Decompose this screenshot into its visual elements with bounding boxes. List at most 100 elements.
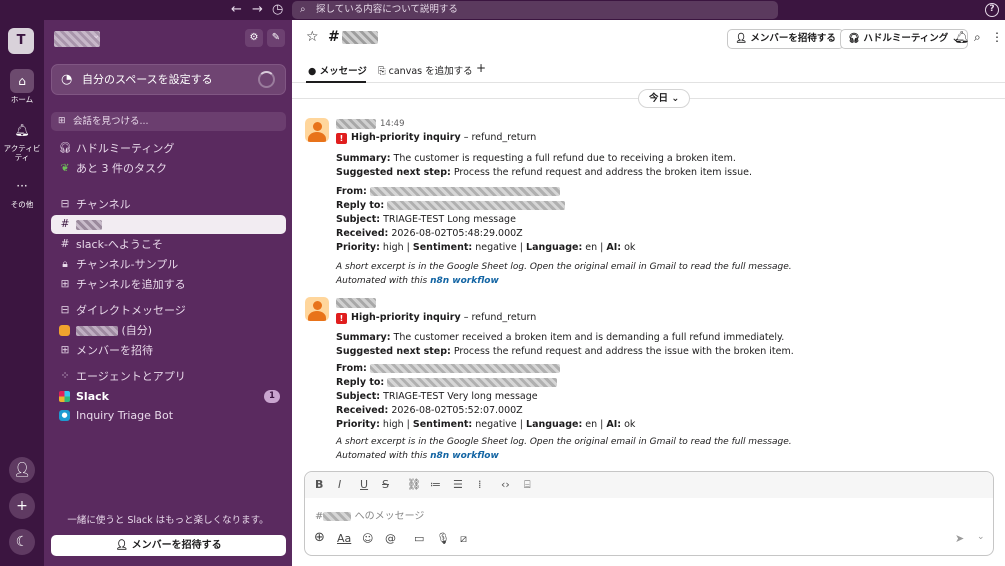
sprout-icon: ❦ (60, 162, 70, 174)
rail-item-activity[interactable]: 🔔︎ アクティビティ (0, 118, 44, 162)
microphone-icon[interactable]: 🎙︎ (436, 532, 450, 545)
from-redacted (369, 187, 560, 196)
notification-bell-icon[interactable]: 🔔︎ (954, 30, 969, 44)
channels-section-header[interactable]: ⊟ チャンネル (51, 195, 286, 214)
sidebar-item-slack[interactable]: Slack 1 (51, 387, 286, 406)
history-clock-icon[interactable]: ◷ (272, 2, 283, 17)
sidebar-item-tasks[interactable]: ❦ あと 3 件のタスク (51, 159, 286, 178)
emoji-icon[interactable]: ☺ (362, 532, 373, 545)
invite-members-header-button[interactable]: 👤︎ メンバーを招待する (727, 29, 844, 49)
avatar[interactable] (305, 297, 329, 321)
channel-header: ☆ # 👤︎ メンバーを招待する 🎧︎ ハドルミーティング ⌄ 🔔︎ ⌕ ⋮ (292, 20, 1005, 57)
sidebar-item-add-channel[interactable]: ⊞ チャンネルを追加する (51, 275, 286, 294)
add-person-icon: 👤︎ (115, 540, 132, 551)
channel-hash-icon: # (60, 218, 70, 230)
sentiment-value: negative (472, 419, 517, 430)
apps-section-header[interactable]: ⁘ エージェントとアプリ (51, 367, 286, 386)
code-block-icon[interactable]: ⌸ (524, 478, 531, 492)
find-conversation-input[interactable]: ⊞ 会話を見つける... (51, 112, 286, 131)
rail-item-label: アクティビティ (3, 144, 41, 162)
tab-messages[interactable]: ● メッセージ (308, 63, 367, 77)
link-icon[interactable]: ⛓ (407, 478, 421, 491)
subject-text: TRIAGE-TEST Long message (380, 214, 516, 225)
reply-to-label: Reply to: (336, 200, 385, 211)
compose-icon[interactable]: ✎ (267, 29, 285, 47)
code-icon[interactable]: ‹› (501, 478, 510, 491)
strikethrough-icon[interactable]: S (382, 478, 389, 491)
underline-icon[interactable]: U (360, 478, 368, 491)
search-icon[interactable]: ⌕ (974, 30, 981, 45)
add-tab-icon[interactable]: + (476, 61, 486, 75)
forward-arrow-icon[interactable]: → (252, 2, 263, 17)
sidebar-footer-text: 一緒に使うと Slack はもっと楽しくなります。 (67, 515, 269, 526)
help-icon[interactable]: ? (985, 3, 999, 17)
unread-badge: 1 (264, 390, 280, 403)
sidebar-item-invite-members[interactable]: ⊞ メンバーを招待 (51, 341, 286, 360)
star-icon[interactable]: ☆ (306, 29, 319, 45)
channel-name-redacted (76, 220, 102, 230)
from-label: From: (336, 186, 367, 197)
from-line: From: (336, 186, 560, 197)
settings-icon[interactable]: ⚙ (245, 29, 263, 47)
tab-label: canvas を追加する (388, 66, 473, 77)
tab-add-canvas[interactable]: ⎘ canvas を追加する (378, 63, 473, 77)
date-divider[interactable]: 今日 ⌄ (638, 89, 691, 108)
search-icon: ⌕ (300, 4, 306, 15)
send-icon[interactable]: ➤ (955, 532, 964, 545)
video-icon[interactable]: ▭ (414, 532, 424, 545)
search-bar[interactable]: ⌕ 探している内容について説明する (292, 1, 778, 19)
bold-icon[interactable]: B (315, 478, 323, 491)
setup-space-banner[interactable]: ◔ 自分のスペースを設定する (51, 64, 286, 95)
meta-line: Priority: high | Sentiment: negative | L… (336, 419, 636, 430)
n8n-workflow-link[interactable]: n8n workflow (430, 276, 499, 286)
sidebar-item-channel-selected[interactable]: # (51, 215, 286, 234)
create-new-icon[interactable]: + (9, 493, 35, 519)
language-label: Language: (526, 242, 583, 253)
blockquote-icon[interactable]: ⁞ (478, 478, 482, 491)
language-value: en (582, 242, 598, 253)
sidebar-item-channel-welcome[interactable]: # slack-へようこそ (51, 235, 286, 254)
slash-command-icon[interactable]: ⧄ (460, 532, 467, 546)
sentiment-value: negative (472, 242, 517, 253)
find-conversation-placeholder: 会話を見つける... (73, 116, 149, 127)
dm-section-header[interactable]: ⊟ ダイレクトメッセージ (51, 301, 286, 320)
italic-icon[interactable]: I (338, 478, 341, 491)
invite-members-button[interactable]: 👤︎ メンバーを招待する (51, 535, 286, 556)
more-vertical-icon[interactable]: ⋮ (991, 30, 1003, 44)
user-name-redacted (76, 326, 118, 336)
huddle-label: ハドルミーティング (863, 33, 949, 44)
priority-label: Priority: (336, 242, 380, 253)
dark-mode-icon[interactable]: ☾ (9, 529, 35, 555)
received-line: Received: 2026-08-02T05:48:29.000Z (336, 228, 523, 239)
next-step-line: Suggested next step: Process the refund … (336, 346, 794, 357)
automated-line: Automated with this n8n workflow (336, 451, 499, 461)
bullet-list-icon[interactable]: ☰ (453, 478, 463, 491)
avatar[interactable] (305, 118, 329, 142)
n8n-workflow-link[interactable]: n8n workflow (430, 451, 499, 461)
message-time[interactable]: 14:49 (380, 119, 405, 129)
mention-icon[interactable]: @ (385, 532, 396, 545)
channel-title[interactable]: # (328, 29, 378, 45)
sidebar-item-inquiry-bot[interactable]: ● Inquiry Triage Bot (51, 406, 286, 425)
reply-to-line: Reply to: (336, 200, 566, 211)
rail-item-more[interactable]: ··· その他 (0, 174, 44, 209)
huddle-button[interactable]: 🎧︎ ハドルミーティング ⌄ (840, 29, 968, 49)
text-format-icon[interactable]: Aa (337, 532, 351, 545)
plus-icon[interactable]: ⊕ (314, 530, 325, 545)
sidebar-item-channel-sample[interactable]: 🔒︎ チャンネル-サンプル (51, 255, 286, 274)
workspace-switcher[interactable]: T (8, 28, 34, 54)
message-input[interactable]: # へのメッセージ (315, 507, 424, 522)
add-person-icon[interactable]: 👤︎ (9, 457, 35, 483)
sender-name-redacted[interactable] (336, 297, 376, 308)
channel-name-redacted (323, 511, 352, 521)
rail-item-home[interactable]: ⌂ ホーム (0, 69, 44, 104)
automated-text: Automated with this (336, 451, 431, 461)
sidebar-item-dm-self[interactable]: (自分) (51, 321, 286, 340)
chevron-down-icon[interactable]: ⌄ (92, 30, 100, 41)
sidebar-item-huddle[interactable]: 🎧︎ ハドルミーティング (51, 139, 286, 158)
chevron-down-icon[interactable]: ⌄ (977, 532, 985, 542)
sender-name-redacted[interactable] (336, 118, 376, 129)
back-arrow-icon[interactable]: ← (231, 2, 242, 17)
ordered-list-icon[interactable]: ≔ (430, 478, 441, 491)
subject-line: Subject: TRIAGE-TEST Very long message (336, 391, 538, 402)
